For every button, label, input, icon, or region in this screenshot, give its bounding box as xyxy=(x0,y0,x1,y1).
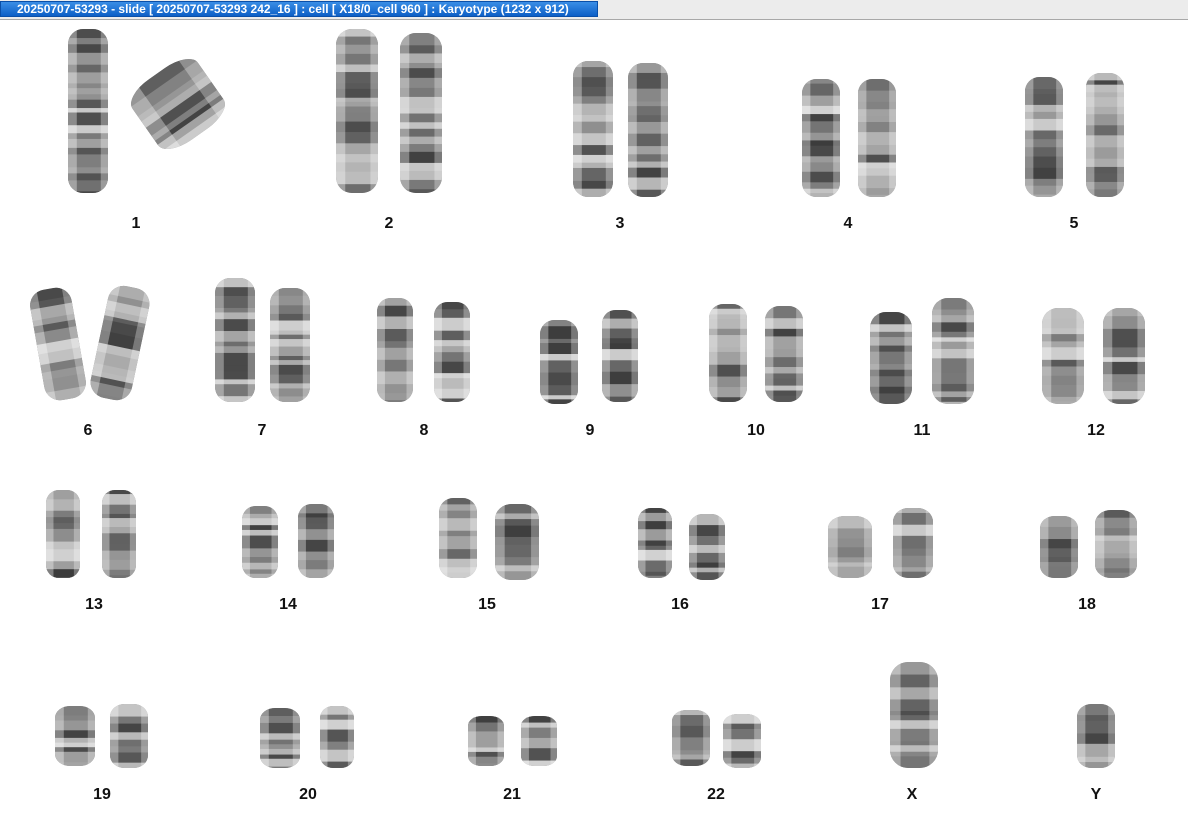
window-title[interactable]: 20250707-53293 - slide [ 20250707-53293 … xyxy=(0,1,598,17)
chromatid-y-1 xyxy=(1077,704,1115,768)
karyogram-panel: 1 2 3 4 5 6 7 8 9 10 11 12 13 14 15 16 17 18 19 20 21 22 X Y xyxy=(0,20,1188,836)
chromosome-label-y: Y xyxy=(1090,786,1102,803)
chromosome-image-y xyxy=(1077,704,1115,768)
title-bar: 20250707-53293 - slide [ 20250707-53293 … xyxy=(0,0,1188,20)
